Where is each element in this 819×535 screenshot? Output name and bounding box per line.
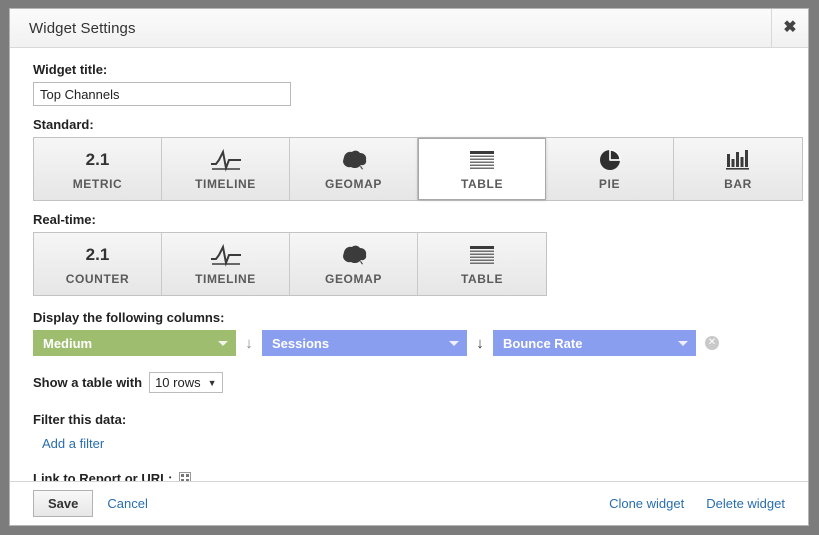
save-button[interactable]: Save [33, 490, 94, 517]
table-icon [468, 147, 496, 173]
type-button-pie[interactable]: PIE [546, 138, 674, 200]
link-url-label: Link to Report or URL: [33, 471, 173, 481]
dialog-body: Widget title: Standard: 2.1 METRIC TIMELIN… [10, 48, 808, 481]
bar-icon [724, 147, 752, 173]
rows-select-value: 10 rows [155, 375, 201, 390]
standard-type-group: 2.1 METRIC TIMELINE GEOMAP TABLE PIE BAR [33, 137, 803, 201]
column-select-sessions[interactable]: Sessions [262, 330, 467, 356]
column-order-arrow-icon: ↓ [245, 334, 253, 352]
report-picker-icon[interactable] [179, 472, 192, 481]
timeline-icon [209, 147, 243, 173]
type-button-geomap[interactable]: GEOMAP [290, 138, 418, 200]
counter-icon: 2.1 [86, 242, 110, 268]
dialog-title: Widget Settings [29, 19, 136, 37]
type-button-label: BAR [724, 177, 752, 191]
geomap-icon [338, 147, 370, 173]
type-button-bar[interactable]: BAR [674, 138, 802, 200]
geomap-icon [338, 242, 370, 268]
type-button-label: GEOMAP [325, 177, 382, 191]
chevron-down-icon: ▼ [207, 377, 217, 388]
type-button-label: GEOMAP [325, 272, 382, 286]
columns-label: Display the following columns: [33, 310, 225, 325]
type-button-label: TIMELINE [195, 272, 256, 286]
metric-value-text: 2.1 [85, 150, 110, 169]
type-button-label: TABLE [460, 177, 504, 191]
chevron-down-icon [218, 340, 228, 346]
type-button-table[interactable]: TABLE [418, 233, 546, 295]
timeline-icon [209, 242, 243, 268]
type-button-geomap[interactable]: GEOMAP [290, 233, 418, 295]
realtime-type-group: 2.1 COUNTER TIMELINE GEOMAP TABLE [33, 232, 547, 296]
type-button-timeline[interactable]: TIMELINE [162, 138, 290, 200]
chevron-down-icon [678, 340, 688, 346]
widget-title-label: Widget title: [33, 62, 108, 77]
type-button-metric[interactable]: 2.1 METRIC [34, 138, 162, 200]
columns-row: Medium ↓ Sessions ↓ Bounce Rate ✕ [33, 330, 785, 356]
column-select-label: Bounce Rate [503, 335, 583, 351]
realtime-label: Real-time: [33, 212, 96, 227]
dialog-titlebar: Widget Settings ✖ [10, 9, 808, 48]
clone-widget-link[interactable]: Clone widget [609, 496, 684, 511]
dialog-footer: Save Cancel Clone widget Delete widget [10, 481, 808, 525]
link-url-label-row: Link to Report or URL: [33, 471, 785, 481]
column-order-arrow-icon: ↓ [476, 334, 484, 352]
metric-value-text: 2.1 [85, 245, 110, 264]
delete-widget-link[interactable]: Delete widget [706, 496, 785, 511]
rows-label: Show a table with [33, 375, 143, 390]
type-button-label: COUNTER [65, 272, 130, 286]
pie-icon [597, 147, 623, 173]
chevron-down-icon [449, 340, 459, 346]
type-button-label: PIE [598, 177, 621, 191]
cancel-link[interactable]: Cancel [107, 496, 147, 511]
type-button-label: TABLE [460, 272, 504, 286]
rows-row: Show a table with 10 rows ▼ [33, 372, 785, 393]
column-select-medium[interactable]: Medium [33, 330, 236, 356]
remove-column-icon[interactable]: ✕ [705, 336, 719, 350]
widget-title-input[interactable] [33, 82, 291, 106]
column-select-label: Medium [43, 335, 93, 351]
type-button-timeline[interactable]: TIMELINE [162, 233, 290, 295]
type-button-table[interactable]: TABLE [418, 138, 546, 200]
metric-icon: 2.1 [86, 147, 110, 173]
column-select-bounce-rate[interactable]: Bounce Rate [493, 330, 696, 356]
type-button-counter[interactable]: 2.1 COUNTER [34, 233, 162, 295]
standard-label: Standard: [33, 117, 94, 132]
type-button-label: TIMELINE [195, 177, 256, 191]
column-select-label: Sessions [272, 335, 330, 351]
link-url-block: Link to Report or URL: [33, 471, 785, 481]
type-button-label: METRIC [72, 177, 123, 191]
add-filter-link[interactable]: Add a filter [42, 436, 104, 451]
filter-block: Filter this data: Add a filter [33, 412, 785, 451]
close-icon[interactable]: ✖ [771, 9, 808, 47]
rows-select[interactable]: 10 rows ▼ [149, 372, 223, 393]
filter-label: Filter this data: [33, 412, 127, 427]
table-icon [468, 242, 496, 268]
widget-settings-dialog: Widget Settings ✖ Widget title: Standard… [9, 8, 809, 526]
